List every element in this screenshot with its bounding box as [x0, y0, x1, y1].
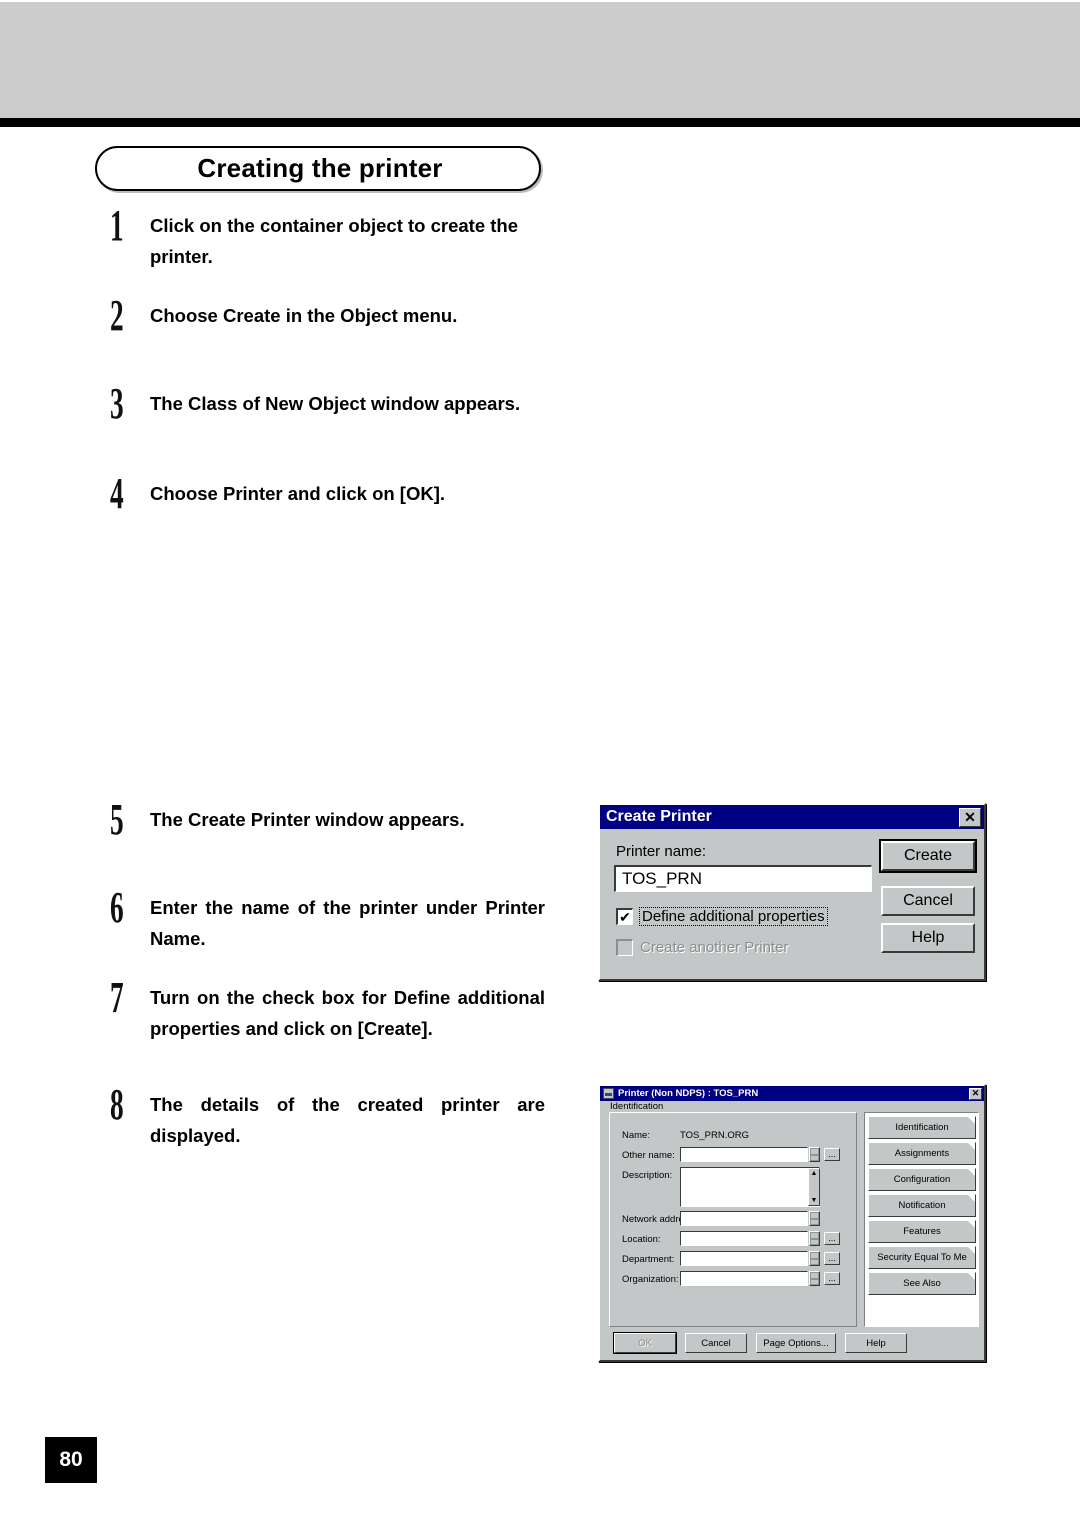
tab-notification[interactable]: Notification [868, 1194, 976, 1217]
other-name-input[interactable] [680, 1147, 808, 1162]
page-number: 80 [45, 1437, 97, 1483]
ok-button: OK [613, 1332, 677, 1354]
cancel-button[interactable]: Cancel [881, 886, 975, 916]
tab-features[interactable]: Features [868, 1220, 976, 1243]
organization-spinner[interactable] [809, 1271, 820, 1286]
printer-name-label: Printer name: [616, 843, 707, 860]
step-number: 8 [110, 1080, 124, 1129]
cancel-button[interactable]: Cancel [685, 1333, 747, 1353]
printer-details-title: Printer (Non NDPS) : TOS_PRN [618, 1088, 759, 1099]
identification-group-label: Identification [610, 1101, 664, 1112]
step-text: Turn on the check box for Define additio… [150, 987, 545, 1039]
tab-assignments[interactable]: Assignments [868, 1142, 976, 1165]
close-icon[interactable]: ✕ [959, 807, 981, 827]
name-value: TOS_PRN.ORG [680, 1130, 749, 1141]
location-spinner[interactable] [809, 1231, 820, 1246]
department-label: Department: [622, 1254, 675, 1265]
location-input[interactable] [680, 1231, 808, 1246]
step-text: The Class of New Object window appears. [150, 393, 521, 414]
step-text: Click on the container object to create … [150, 215, 519, 267]
network-address-spinner[interactable] [809, 1211, 820, 1226]
tab-configuration[interactable]: Configuration [868, 1168, 976, 1191]
step-item-4: 4 Choose Printer and click on [OK]. [110, 469, 545, 518]
close-icon[interactable]: ✕ [969, 1087, 982, 1100]
create-another-printer-checkbox: Create another Printer [616, 939, 788, 956]
step-text: Choose Create in the Object menu. [150, 305, 458, 326]
step-text: Enter the name of the printer under Prin… [150, 897, 545, 949]
step-number: 5 [110, 795, 124, 844]
step-item-5: 5 The Create Printer window appears. [110, 795, 545, 844]
network-address-input[interactable] [680, 1211, 808, 1226]
step-number: 3 [110, 379, 124, 428]
location-browse-button[interactable]: ... [824, 1232, 840, 1245]
organization-label: Organization: [622, 1274, 679, 1285]
location-label: Location: [622, 1234, 661, 1245]
checkbox-label: Define additional properties [639, 907, 828, 926]
step-item-7: 7 Turn on the check box for Define addit… [110, 973, 545, 1044]
tab-see-also[interactable]: See Also [868, 1272, 976, 1295]
checkbox-check-icon: ✔ [616, 908, 633, 925]
name-label: Name: [622, 1130, 650, 1141]
section-title-pill: Creating the printer [95, 146, 541, 191]
step-text: The details of the created printer are d… [150, 1094, 545, 1146]
tab-button-panel: Identification Assignments Configuration… [864, 1112, 979, 1327]
step-number: 6 [110, 883, 124, 932]
step-item-2: 2 Choose Create in the Object menu. [110, 291, 545, 340]
step-number: 2 [110, 291, 124, 340]
step-number: 7 [110, 973, 124, 1022]
printer-name-input[interactable]: TOS_PRN [614, 865, 872, 892]
create-button[interactable]: Create [879, 839, 977, 873]
checkbox-check-icon [616, 939, 633, 956]
step-item-8: 8 The details of the created printer are… [110, 1080, 545, 1151]
page-header-band [0, 2, 1080, 118]
step-number: 1 [110, 201, 124, 250]
checkbox-label: Create another Printer [640, 939, 789, 956]
step-item-6: 6 Enter the name of the printer under Pr… [110, 883, 545, 954]
step-text: The Create Printer window appears. [150, 809, 465, 830]
define-additional-properties-checkbox[interactable]: ✔ Define additional properties [616, 907, 828, 926]
create-printer-title: Create Printer [606, 808, 712, 825]
department-spinner[interactable] [809, 1251, 820, 1266]
description-scrollbar[interactable]: ▲ ▼ [808, 1168, 820, 1206]
step-item-3: 3 The Class of New Object window appears… [110, 379, 545, 428]
department-input[interactable] [680, 1251, 808, 1266]
description-textarea[interactable] [680, 1167, 820, 1207]
step-text: Choose Printer and click on [OK]. [150, 483, 446, 504]
create-printer-titlebar: Create Printer ✕ [600, 805, 984, 829]
printer-details-titlebar: Printer (Non NDPS) : TOS_PRN ✕ [600, 1086, 984, 1101]
department-browse-button[interactable]: ... [824, 1252, 840, 1265]
organization-input[interactable] [680, 1271, 808, 1286]
page-header-rule [0, 118, 1080, 127]
tab-identification[interactable]: Identification [868, 1116, 976, 1139]
other-name-browse-button[interactable]: ... [824, 1148, 840, 1161]
step-number: 4 [110, 469, 124, 518]
help-button[interactable]: Help [881, 923, 975, 953]
page-options-button[interactable]: Page Options... [756, 1333, 836, 1353]
printer-icon [603, 1088, 614, 1099]
printer-details-dialog: Printer (Non NDPS) : TOS_PRN ✕ Identific… [598, 1084, 986, 1362]
other-name-label: Other name: [622, 1150, 675, 1161]
other-name-spinner[interactable] [809, 1147, 820, 1162]
page-title: Creating the printer [197, 153, 443, 183]
organization-browse-button[interactable]: ... [824, 1272, 840, 1285]
help-button[interactable]: Help [845, 1333, 907, 1353]
create-printer-dialog: Create Printer ✕ Printer name: TOS_PRN ✔… [598, 803, 986, 981]
tab-security-equal-to-me[interactable]: Security Equal To Me [868, 1246, 976, 1269]
step-item-1: 1 Click on the container object to creat… [110, 201, 545, 272]
description-label: Description: [622, 1170, 673, 1181]
